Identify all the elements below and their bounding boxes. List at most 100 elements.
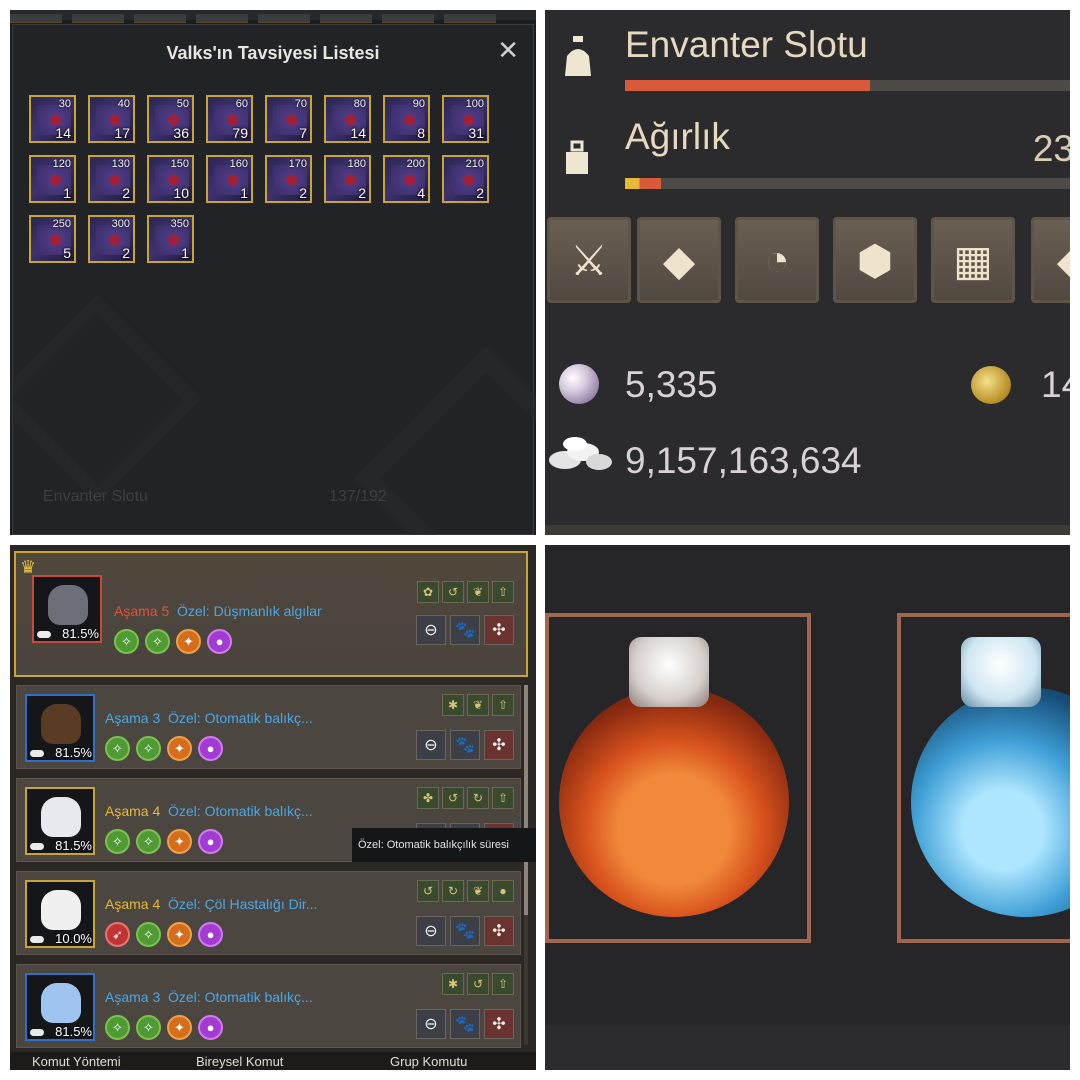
pet-trait-icon[interactable]: ✤ <box>417 787 439 809</box>
pet-trait-icon[interactable]: ↻ <box>467 787 489 809</box>
advice-item-slot[interactable]: 40 17 <box>88 95 135 143</box>
pet-trait-icon[interactable]: ✿ <box>417 581 439 603</box>
paw-button[interactable]: 🐾 <box>450 1009 480 1039</box>
advice-item-slot[interactable]: 300 2 <box>88 215 135 263</box>
pet-portrait[interactable]: 81.5% <box>25 973 95 1041</box>
seal-button[interactable]: ✣ <box>484 615 514 645</box>
inventory-tab-accessory[interactable]: ◔ <box>735 217 819 303</box>
paw-button[interactable]: 🐾 <box>450 916 480 946</box>
close-icon[interactable]: ✕ <box>497 37 519 63</box>
sword-icon: ⚔ <box>570 236 608 284</box>
pet-trait-icon[interactable]: ✱ <box>442 694 464 716</box>
advice-item-slot[interactable]: 70 7 <box>265 95 312 143</box>
pet-skill-icon[interactable]: ✧ <box>136 922 161 947</box>
advice-item-slot[interactable]: 170 2 <box>265 155 312 203</box>
pet-skill-icon[interactable]: ✧ <box>114 629 139 654</box>
inventory-tab-gem[interactable]: ⬢ <box>833 217 917 303</box>
advice-level: 200 <box>406 158 425 170</box>
pet-skill-icon[interactable]: ✧ <box>136 829 161 854</box>
feed-button[interactable]: ⊖ <box>416 730 446 760</box>
pet-card[interactable]: 10.0% Aşama 4 Özel: Çöl Hastalığı Dir... ➶ ✧… <box>16 871 521 955</box>
pet-skill-icon[interactable]: ✧ <box>105 829 130 854</box>
pet-portrait[interactable]: 81.5% <box>32 575 102 643</box>
pet-trait-icon[interactable]: ↺ <box>442 787 464 809</box>
advice-item-slot[interactable]: 90 8 <box>383 95 430 143</box>
pet-trait-icon[interactable]: ❦ <box>467 694 489 716</box>
hp-potion-frame[interactable] <box>545 613 811 943</box>
seal-button[interactable]: ✣ <box>484 916 514 946</box>
pet-trait-row: ✤ ↺ ↻ ⇧ <box>417 787 514 809</box>
pet-skill-icon[interactable]: ➶ <box>105 922 130 947</box>
advice-item-slot[interactable]: 100 31 <box>442 95 489 143</box>
pet-trait-icon[interactable]: ✱ <box>442 973 464 995</box>
pet-card[interactable]: ♛ 81.5% Aşama 5 Özel: Düşmanlık algılar ✧ ✧ ✦ ●… <box>14 551 528 677</box>
paw-button[interactable]: 🐾 <box>450 730 480 760</box>
advice-item-slot[interactable]: 160 1 <box>206 155 253 203</box>
background-ornament <box>354 346 536 535</box>
pet-portrait[interactable]: 10.0% <box>25 880 95 948</box>
pet-skill-icon[interactable]: ✧ <box>105 1015 130 1040</box>
pet-skill-icon[interactable]: ✧ <box>145 629 170 654</box>
pet-skill-icon[interactable]: ● <box>198 922 223 947</box>
pet-trait-icon[interactable]: ↻ <box>442 880 464 902</box>
feed-button[interactable]: ⊖ <box>416 916 446 946</box>
background-inventory-label: Envanter Slotu <box>43 488 148 505</box>
top-item-strip <box>10 10 536 23</box>
advice-item-slot[interactable]: 30 14 <box>29 95 76 143</box>
advice-item-slot[interactable]: 80 14 <box>324 95 371 143</box>
pet-list-scrollbar[interactable] <box>524 685 528 1045</box>
pet-trait-icon[interactable]: ⇧ <box>492 973 514 995</box>
pet-skill-icon[interactable]: ● <box>207 629 232 654</box>
pet-card[interactable]: 81.5% Aşama 3 Özel: Otomatik balıkç... ✧ ✧ ✦ ●… <box>16 964 521 1048</box>
pet-skill-icon[interactable]: ● <box>198 1015 223 1040</box>
pet-trait-icon[interactable]: ↺ <box>417 880 439 902</box>
advice-item-slot[interactable]: 60 79 <box>206 95 253 143</box>
pet-skill-icon[interactable]: ✦ <box>167 922 192 947</box>
paw-button[interactable]: 🐾 <box>450 615 480 645</box>
pet-skill-icon[interactable]: ✦ <box>176 629 201 654</box>
advice-item-slot[interactable]: 250 5 <box>29 215 76 263</box>
pet-skill-icon[interactable]: ✦ <box>167 829 192 854</box>
pet-skill-icon[interactable]: ✦ <box>167 736 192 761</box>
advice-item-slot[interactable]: 200 4 <box>383 155 430 203</box>
pet-skill-icon[interactable]: ● <box>198 829 223 854</box>
advice-item-slot[interactable]: 180 2 <box>324 155 371 203</box>
individual-command-button[interactable]: Bireysel Komut <box>196 1054 283 1069</box>
pet-card[interactable]: 81.5% Aşama 3 Özel: Otomatik balıkç... ✧ ✧ ✦ ●… <box>16 685 521 769</box>
advice-item-slot[interactable]: 120 1 <box>29 155 76 203</box>
scrollbar-thumb[interactable] <box>524 685 528 915</box>
pet-skill-icon[interactable]: ● <box>198 736 223 761</box>
pet-trait-icon[interactable]: ⇧ <box>492 581 514 603</box>
seal-button[interactable]: ✣ <box>484 1009 514 1039</box>
advice-item-slot[interactable]: 150 10 <box>147 155 194 203</box>
inventory-tab-sword[interactable]: ⚔ <box>547 217 631 303</box>
seal-button[interactable]: ✣ <box>484 730 514 760</box>
pet-trait-row: ↺ ↻ ❦ ● <box>417 880 514 902</box>
pet-portrait[interactable]: 81.5% <box>25 787 95 855</box>
advice-item-slot[interactable]: 210 2 <box>442 155 489 203</box>
pet-skill-icon[interactable]: ✧ <box>136 1015 161 1040</box>
mp-potion-frame[interactable] <box>897 613 1070 943</box>
advice-item-slot[interactable]: 130 2 <box>88 155 135 203</box>
pet-trait-icon[interactable]: ⇧ <box>492 787 514 809</box>
advice-count: 10 <box>173 185 189 201</box>
inventory-tab-grid[interactable]: ▦ <box>931 217 1015 303</box>
pet-trait-icon[interactable]: ⇧ <box>492 694 514 716</box>
pet-portrait[interactable]: 81.5% <box>25 694 95 762</box>
feed-button[interactable]: ⊖ <box>416 615 446 645</box>
pet-trait-icon[interactable]: ● <box>492 880 514 902</box>
inventory-tab-diamond[interactable]: ◆ <box>637 217 721 303</box>
pet-trait-icon[interactable]: ↺ <box>467 973 489 995</box>
feed-button[interactable]: ⊖ <box>416 1009 446 1039</box>
advice-item-slot[interactable]: 350 1 <box>147 215 194 263</box>
inventory-tab-misc[interactable]: ◆ <box>1031 217 1070 303</box>
hp-potion-icon <box>559 687 789 917</box>
pet-trait-icon[interactable]: ❦ <box>467 581 489 603</box>
group-command-button[interactable]: Grup Komutu <box>390 1054 467 1069</box>
pet-skill-icon[interactable]: ✧ <box>105 736 130 761</box>
advice-item-slot[interactable]: 50 36 <box>147 95 194 143</box>
pet-trait-icon[interactable]: ❦ <box>467 880 489 902</box>
pet-skill-icon[interactable]: ✦ <box>167 1015 192 1040</box>
pet-trait-icon[interactable]: ↺ <box>442 581 464 603</box>
pet-skill-icon[interactable]: ✧ <box>136 736 161 761</box>
